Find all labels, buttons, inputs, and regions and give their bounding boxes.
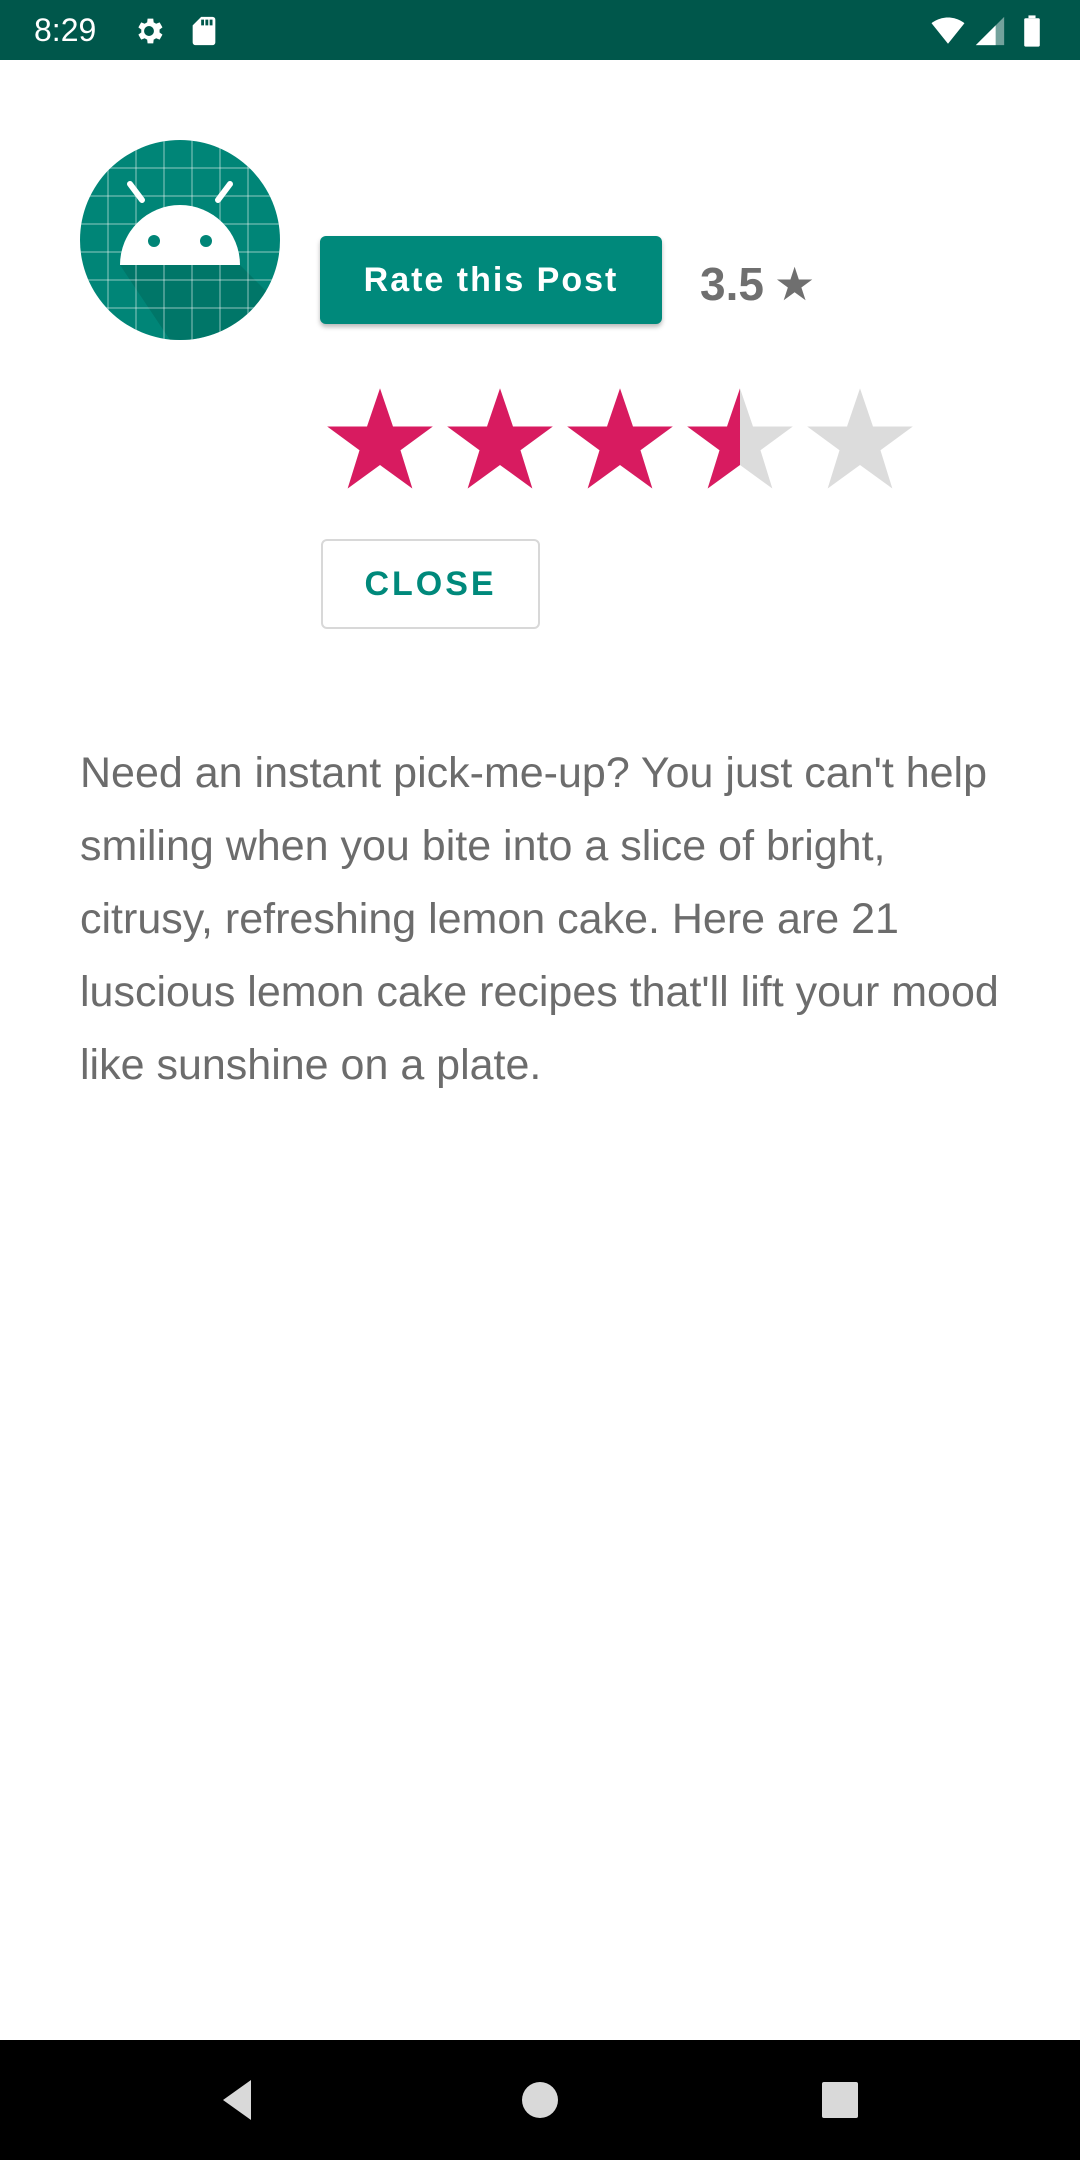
back-icon[interactable]	[209, 2070, 269, 2130]
rating-star-4[interactable]	[680, 384, 800, 494]
rating-star-3[interactable]	[560, 384, 680, 494]
android-app-icon	[80, 140, 280, 340]
rate-post-button[interactable]: Rate this Post	[320, 236, 662, 324]
status-bar: 8:29	[0, 0, 1080, 60]
post-body-text: Need an instant pick-me-up? You just can…	[80, 749, 999, 1089]
battery-icon	[1018, 14, 1046, 48]
close-button[interactable]: CLOSE	[321, 539, 540, 629]
sd-card-icon	[187, 14, 221, 48]
status-time: 8:29	[34, 12, 97, 48]
rating-value: 3.5 ★	[700, 254, 815, 314]
rating-star-5[interactable]	[800, 384, 920, 494]
recents-icon[interactable]	[810, 2070, 870, 2130]
navigation-bar	[0, 2040, 1080, 2160]
gear-icon	[132, 14, 166, 48]
wifi-icon	[928, 14, 968, 48]
screen: 8:29 Rate this Post 3.5 ★ CLOSE Need an …	[0, 0, 1080, 2160]
rating-value-text: 3.5	[700, 258, 764, 310]
rating-star-2[interactable]	[440, 384, 560, 494]
rating-star-1[interactable]	[320, 384, 440, 494]
home-icon[interactable]	[510, 2070, 570, 2130]
rating-bar[interactable]	[320, 384, 920, 494]
signal-icon	[973, 14, 1007, 48]
star-icon: ★	[773, 258, 816, 310]
